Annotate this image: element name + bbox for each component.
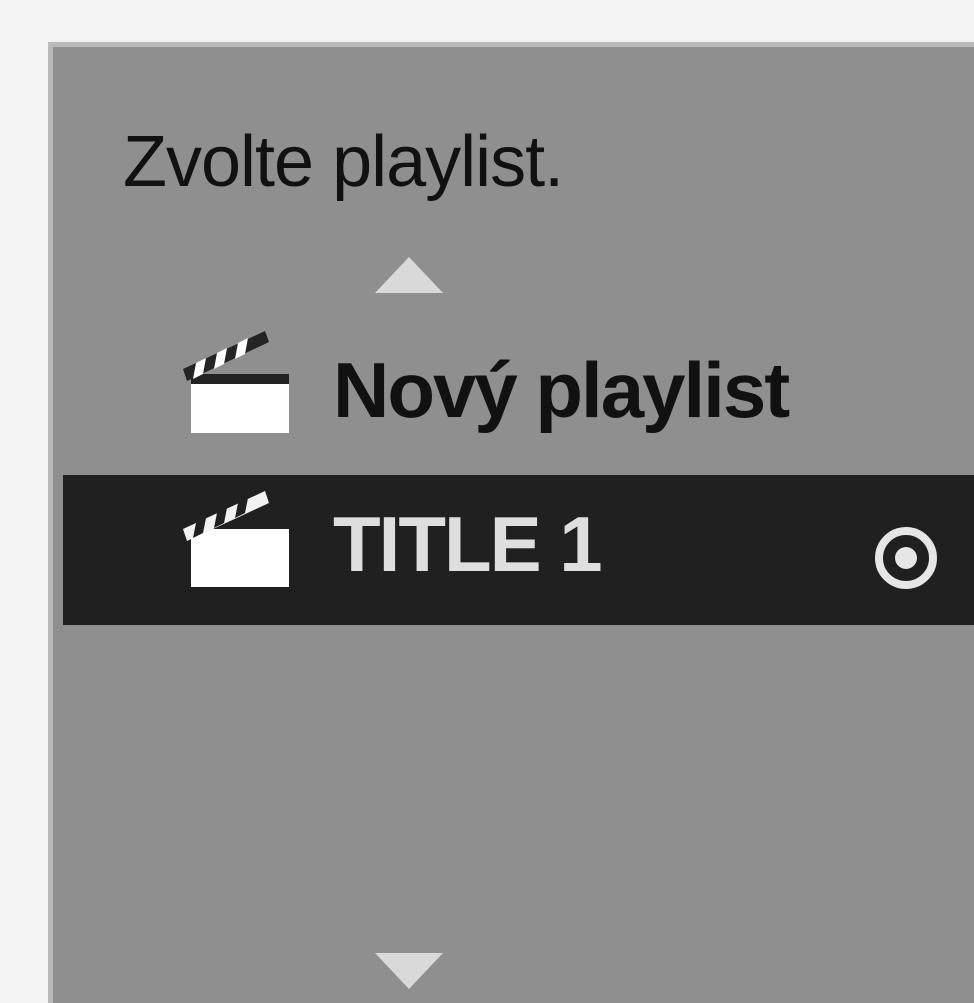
playlist-dialog-screen: Zvolte playlist. Nový playlist TITLE 1	[0, 0, 974, 1003]
clapperboard-icon	[183, 491, 289, 587]
clapperboard-icon	[183, 331, 289, 433]
playlist-prompt: Zvolte playlist.	[123, 122, 564, 202]
playlist-item-title-1[interactable]: TITLE 1	[63, 475, 974, 625]
playlist-item-label: TITLE 1	[333, 500, 603, 588]
scroll-down-icon[interactable]	[375, 953, 443, 989]
playlist-item-new-playlist[interactable]: Nový playlist	[63, 319, 974, 469]
selected-target-icon	[875, 527, 937, 589]
playlist-selection-panel: Zvolte playlist. Nový playlist TITLE 1	[48, 42, 974, 1003]
playlist-item-label: Nový playlist	[333, 346, 790, 434]
scroll-up-icon[interactable]	[375, 257, 443, 293]
